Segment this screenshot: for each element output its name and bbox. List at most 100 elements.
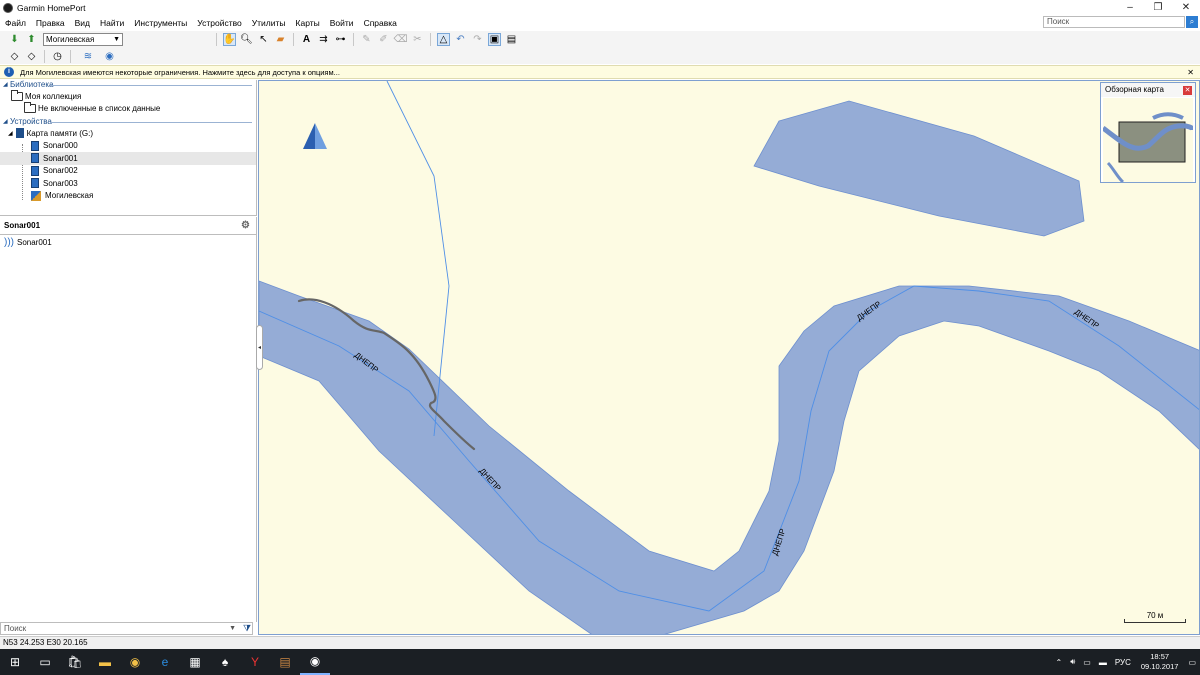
map-svg: ДНЕПР ДНЕПР ДНЕПР ДНЕПР ДНЕПР	[259, 81, 1199, 634]
tree-item-memory-card[interactable]: ◢ Карта памяти (G:)	[0, 127, 256, 140]
garmin-homeport-window: Garmin HomePort – ❐ ✕ Файл Правка Вид На…	[0, 0, 1200, 675]
restriction-info-bar[interactable]: i Для Могилевская имеются некоторые огра…	[0, 65, 1200, 79]
send-to-device-icon[interactable]: ⬆	[25, 33, 38, 46]
expand-triangle-icon[interactable]: ◢	[8, 130, 13, 137]
search-icon[interactable]: ⌕	[1186, 16, 1198, 28]
chrome-icon[interactable]: ◉	[120, 649, 150, 675]
redo-icon[interactable]: ↷	[471, 33, 484, 46]
memory-card-icon	[15, 128, 24, 139]
title-bar: Garmin HomePort – ❐ ✕	[0, 0, 1200, 15]
menu-maps[interactable]: Карты	[291, 18, 325, 28]
toolbar-divider	[293, 33, 294, 46]
windows-start-icon[interactable]: ⊞	[0, 649, 30, 675]
collapse-triangle-icon: ◢	[3, 82, 8, 88]
globe-icon[interactable]: ◉	[103, 50, 116, 63]
split-icon[interactable]: ✂	[411, 33, 424, 46]
north-up-icon[interactable]: △	[437, 33, 450, 46]
menu-help[interactable]: Справка	[359, 18, 402, 28]
tree-item-unlisted-data[interactable]: Не включенные в список данные	[0, 102, 256, 116]
pan-hand-icon[interactable]: ✋	[223, 33, 236, 46]
overview-map[interactable]	[1103, 98, 1193, 182]
toolbar-divider	[44, 49, 45, 63]
store-icon[interactable]: 🛍︎	[60, 649, 90, 675]
menu-file[interactable]: Файл	[0, 18, 31, 28]
track-tool-icon[interactable]: ⊶	[334, 33, 347, 46]
toolbar-divider	[70, 49, 71, 63]
edge-icon[interactable]: e	[150, 649, 180, 675]
minimize-button[interactable]: –	[1116, 0, 1144, 15]
input-language[interactable]: РУС	[1115, 658, 1131, 667]
filter-icon[interactable]: ⧩	[241, 622, 253, 635]
split-view-icon[interactable]: ▤	[505, 33, 518, 46]
details-panel: Sonar001 ⚙ ))) Sonar001	[0, 217, 257, 622]
garmin-homeport-taskbar-icon[interactable]: ◉	[300, 649, 330, 675]
speaker-icon[interactable]: 🔊︎	[1070, 657, 1075, 667]
file-explorer-icon[interactable]: ▬	[90, 649, 120, 675]
left-search-input[interactable]: Поиск ▼	[0, 622, 253, 635]
route-tool-icon[interactable]: ⇉	[317, 33, 330, 46]
calculator-icon[interactable]: ▦	[180, 649, 210, 675]
north-arrow-icon	[303, 123, 327, 149]
close-icon[interactable]: ✕	[1183, 86, 1192, 95]
collapse-triangle-icon: ◢	[3, 119, 8, 125]
map-product-select[interactable]: Могилевская ▼	[43, 33, 123, 46]
select-pointer-icon[interactable]: ↖	[257, 33, 270, 46]
text-tool-icon[interactable]: A	[300, 33, 313, 46]
overview-title: Обзорная карта ✕	[1101, 83, 1195, 97]
library-section-header[interactable]: ◢ Библиотека	[0, 80, 256, 90]
tree-item-mogilev-map[interactable]: Могилевская	[0, 190, 256, 203]
network-icon[interactable]: ▭	[1083, 658, 1091, 667]
tree-item-my-collection[interactable]: Моя коллекция	[0, 89, 256, 103]
eraser-icon[interactable]: ⌫	[393, 33, 407, 46]
toolbar-divider	[216, 33, 217, 46]
close-icon[interactable]: ✕	[1187, 68, 1194, 77]
tree-item-sonar001[interactable]: Sonar001	[0, 152, 256, 165]
waypoint-edit-icon[interactable]: ✎	[360, 33, 373, 46]
system-clock[interactable]: 18:57 09.10.2017	[1141, 652, 1179, 672]
zoom-icon[interactable]: 🔍︎	[240, 33, 253, 46]
menu-view[interactable]: Вид	[70, 18, 95, 28]
menu-signin[interactable]: Войти	[325, 18, 359, 28]
undo-icon[interactable]: ↶	[454, 33, 467, 46]
tray-chevron-icon[interactable]: ⌃	[1056, 658, 1063, 667]
global-search-input[interactable]: Поиск	[1043, 16, 1185, 28]
battery-icon[interactable]: ▬	[1099, 658, 1107, 667]
collapse-panel-handle[interactable]: ◂	[256, 325, 263, 370]
winrar-icon[interactable]: ▤	[270, 649, 300, 675]
scale-line	[1124, 619, 1186, 623]
river-polygon	[259, 280, 1199, 634]
menu-utilities[interactable]: Утилиты	[247, 18, 291, 28]
route-edit-icon[interactable]: ✐	[377, 33, 390, 46]
menu-tools[interactable]: Инструменты	[129, 18, 192, 28]
folder-open-icon	[24, 102, 36, 114]
restriction-message[interactable]: Для Могилевская имеются некоторые ограни…	[20, 68, 340, 77]
solitaire-icon[interactable]: ♠	[210, 649, 240, 675]
cursor-coordinates: N53 24.253 E30 20.165	[3, 638, 88, 647]
maximize-button[interactable]: ❐	[1144, 0, 1172, 15]
close-button[interactable]: ✕	[1172, 0, 1200, 15]
tree-item-sonar000[interactable]: Sonar000	[0, 140, 256, 153]
menu-edit[interactable]: Правка	[31, 18, 70, 28]
map-view-icon[interactable]: ▣	[488, 33, 501, 46]
yandex-browser-icon[interactable]: Y	[240, 649, 270, 675]
waypoint-diamond-icon[interactable]: ◇	[8, 50, 21, 63]
details-list-item[interactable]: ))) Sonar001	[0, 235, 256, 249]
measure-ruler-icon[interactable]: ▰	[274, 33, 287, 46]
tree-item-sonar003[interactable]: Sonar003	[0, 177, 256, 190]
devices-section-header[interactable]: ◢ Устройства	[0, 117, 256, 127]
waypoint-diamond-2-icon[interactable]: ◇	[25, 50, 38, 63]
window-controls: – ❐ ✕	[1116, 0, 1200, 15]
gear-icon[interactable]: ⚙	[241, 220, 250, 231]
secondary-toolbar: ◇ ◇ ◷ ≋ ◉	[0, 48, 1200, 64]
menu-find[interactable]: Найти	[95, 18, 129, 28]
notifications-icon[interactable]: ▭	[1188, 658, 1196, 667]
sonar-waves-icon[interactable]: ≋	[77, 50, 99, 63]
clock-icon[interactable]: ◷	[51, 50, 64, 63]
tree-item-sonar002[interactable]: Sonar002	[0, 165, 256, 178]
chevron-down-icon[interactable]: ▼	[229, 623, 236, 634]
receive-from-device-icon[interactable]: ⬇	[8, 33, 21, 46]
menu-device[interactable]: Устройство	[192, 18, 246, 28]
task-view-icon[interactable]: ▭	[30, 649, 60, 675]
map-canvas[interactable]: ДНЕПР ДНЕПР ДНЕПР ДНЕПР ДНЕПР	[258, 80, 1200, 635]
garmin-app-icon	[3, 2, 13, 13]
